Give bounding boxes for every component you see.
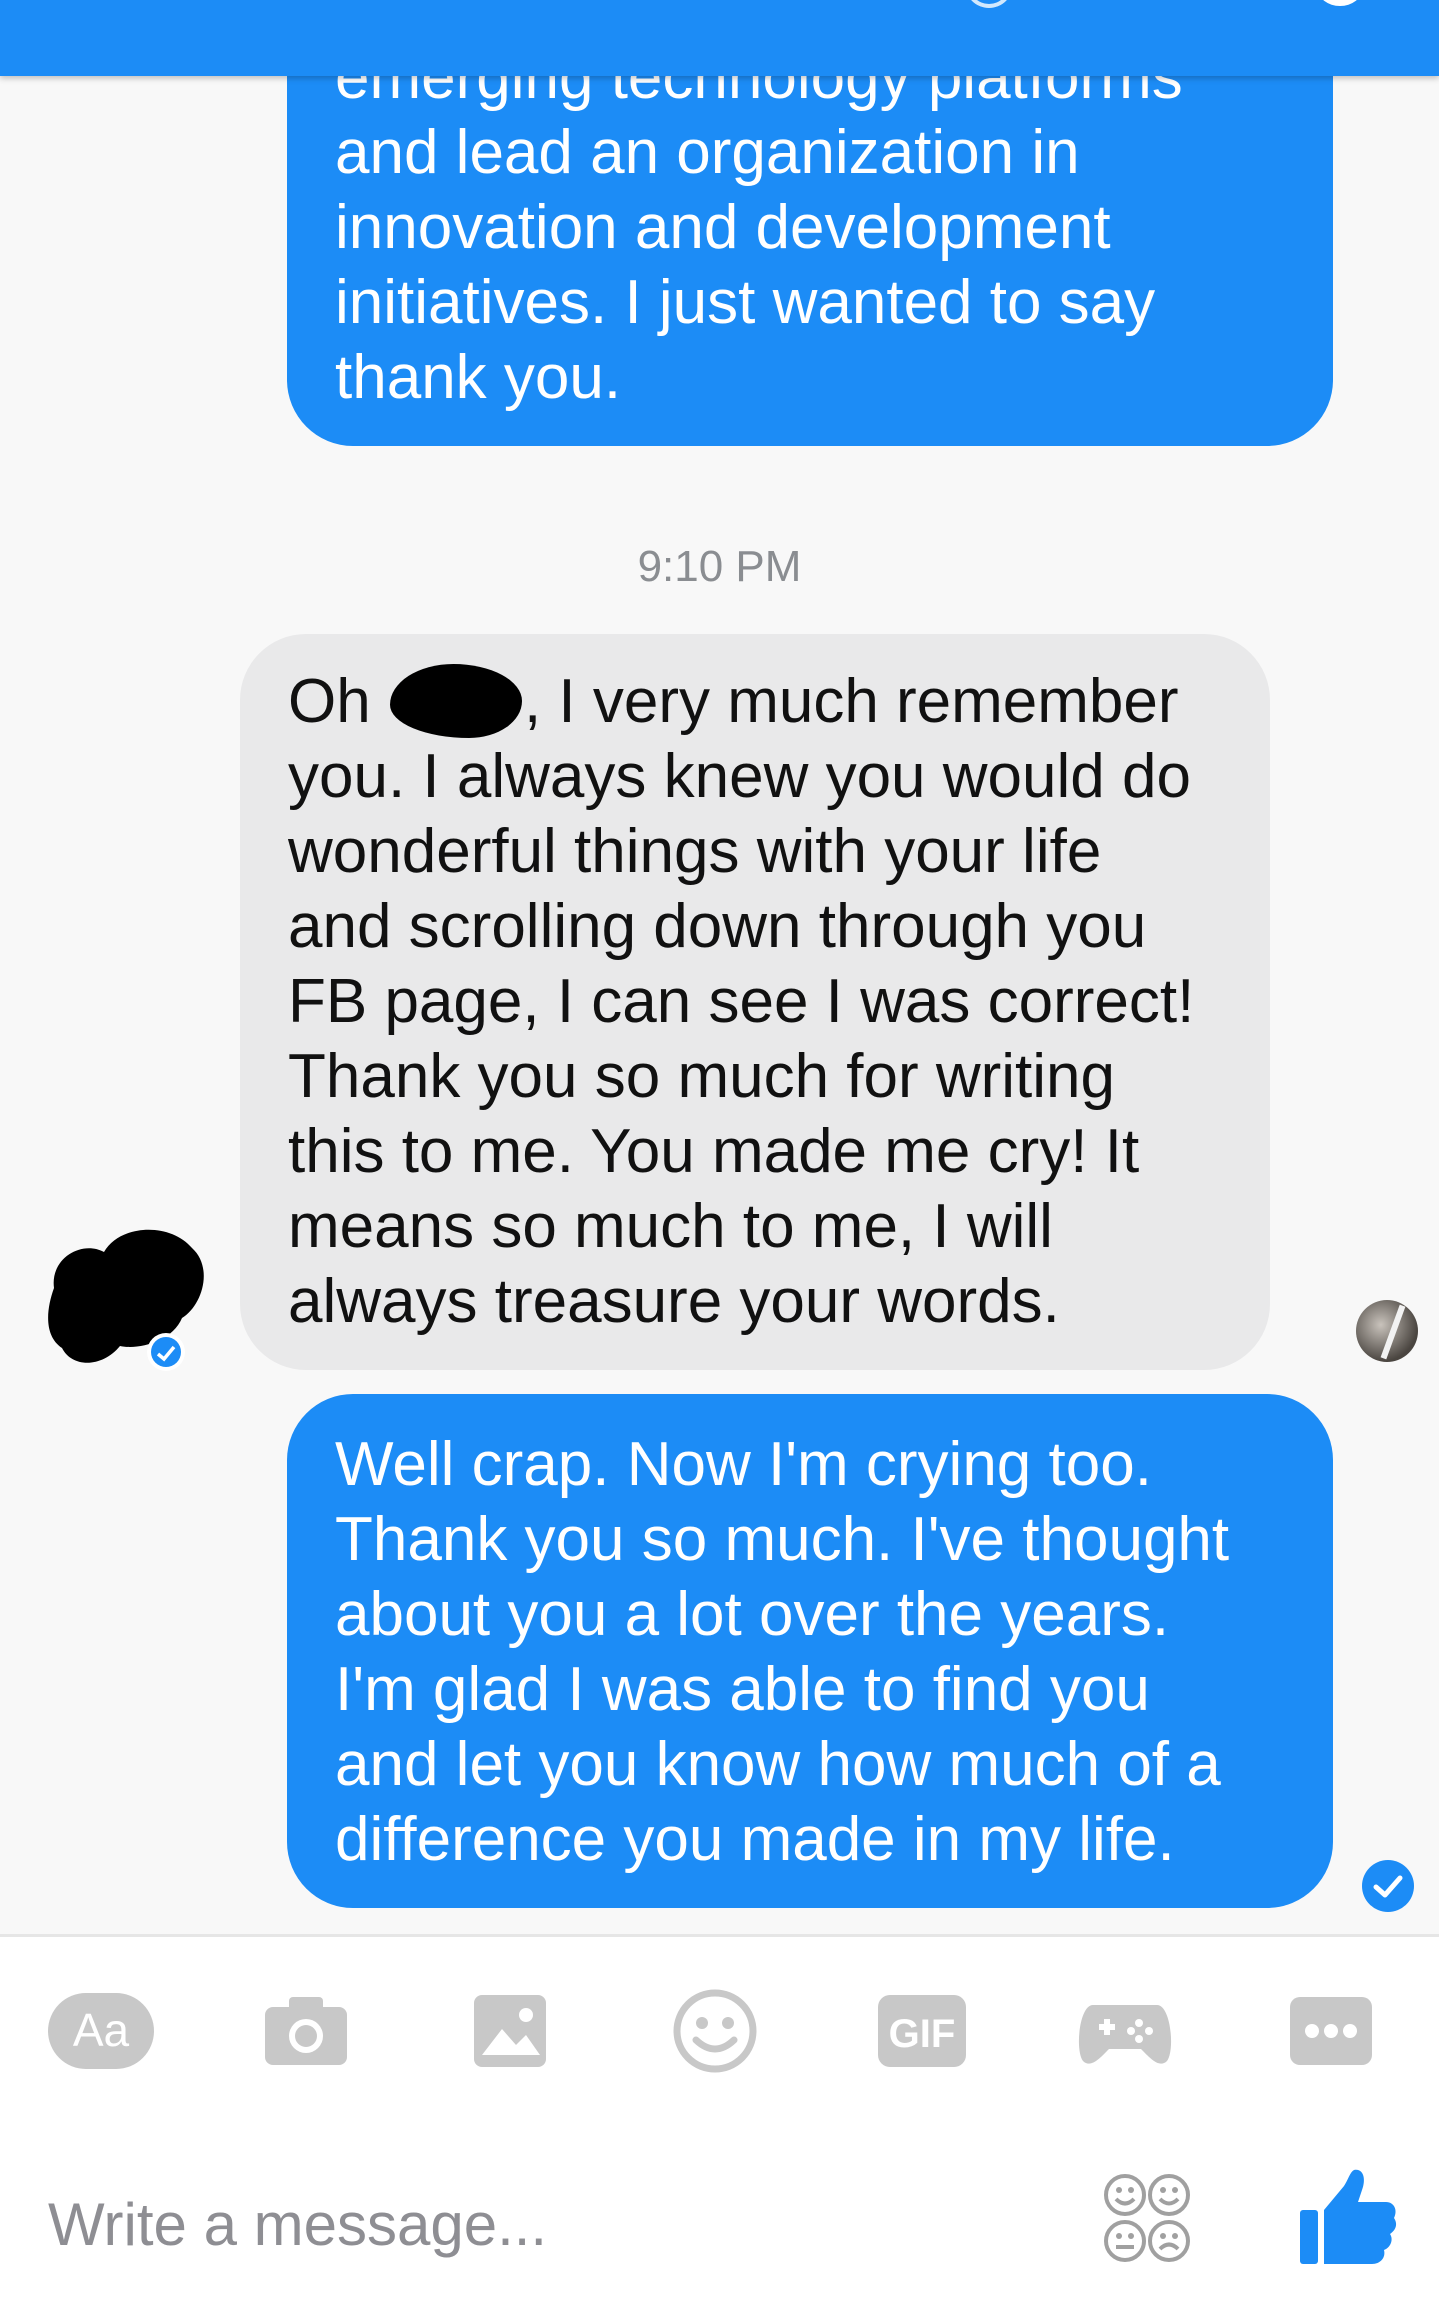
message-input[interactable] [48,2180,1048,2270]
message-timestamp: 9:10 PM [637,542,802,591]
message-text: , I very much remember [523,667,1179,736]
message-line: Oh , I very much remember [288,664,1240,739]
message-line: and lead an organization in [335,118,1080,187]
emoji-icon[interactable] [660,1986,770,2076]
message-line: FB page, I can see I was correct! [288,967,1195,1036]
message-line: and scrolling down through you [288,892,1147,961]
message-line: difference you made in my life. [335,1805,1175,1874]
thumbs-up-icon[interactable] [1294,2166,1398,2270]
messenger-badge-icon [151,1337,181,1367]
top-bar [0,0,1439,76]
more-icon[interactable] [1276,1986,1386,2076]
outgoing-message-bubble[interactable]: Well crap. Now I'm crying too. Thank you… [287,1394,1333,1908]
sender-avatar[interactable] [42,1218,212,1380]
message-line: means so much to me, I will [288,1192,1053,1261]
header-avatar-partial[interactable] [1318,0,1362,6]
header-icon-partial[interactable] [965,0,1013,8]
message-line: this to me. You made me cry! It [288,1117,1140,1186]
seen-avatar [1356,1300,1418,1362]
message-line: Well crap. Now I'm crying too. [335,1430,1152,1499]
gif-icon[interactable]: GIF [867,1986,977,2076]
camera-icon[interactable] [251,1986,361,2076]
game-controller-icon[interactable] [1070,1986,1180,2076]
redacted-name [389,664,522,738]
incoming-message-bubble[interactable]: Oh , I very much remember you. I always … [240,634,1270,1370]
message-line: Thank you so much. I've thought [335,1505,1230,1574]
message-text: Oh [288,667,388,736]
aa-icon[interactable]: Aa [46,1986,156,2076]
message-line: I'm glad I was able to find you [335,1655,1150,1724]
gif-label: GIF [889,2012,956,2056]
gallery-icon[interactable] [455,1986,565,2076]
message-line: always treasure your words. [288,1267,1060,1336]
message-line: you. I always knew you would do [288,742,1191,811]
message-line: about you a lot over the years. [335,1580,1170,1649]
message-line: thank you. [335,343,622,412]
aa-label: Aa [73,2004,130,2056]
delivered-check-icon [1362,1860,1414,1912]
message-line: wonderful things with your life [288,817,1102,886]
sticker-icon[interactable] [1102,2172,1192,2264]
message-line: Thank you so much for writing [288,1042,1116,1111]
message-line: innovation and development [335,193,1111,262]
message-line: initiatives. I just wanted to say [335,268,1156,337]
message-line: and let you know how much of a [335,1730,1221,1799]
